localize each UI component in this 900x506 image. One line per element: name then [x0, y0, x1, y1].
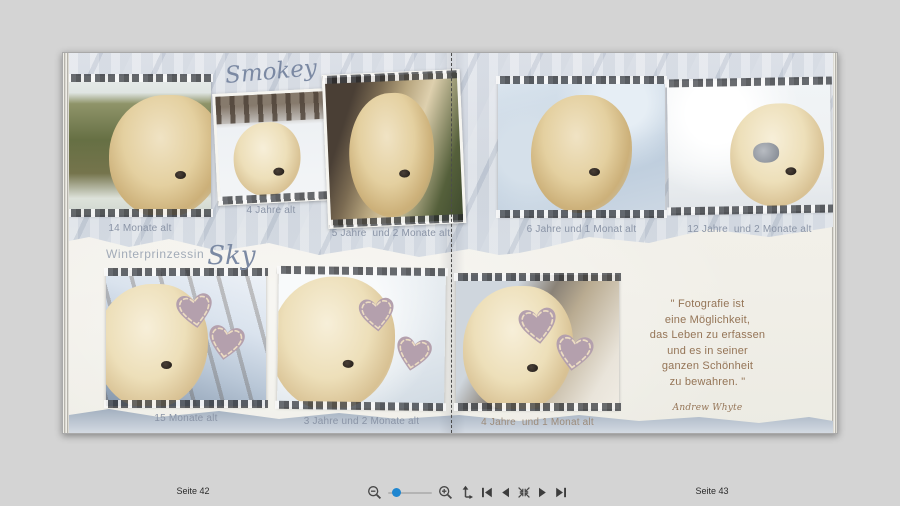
fit-spread-button[interactable] [516, 485, 532, 500]
zoom-out-button[interactable] [366, 484, 383, 501]
spread-pages: Smokey Winterprinzessin Sky 14 Monate alt… [69, 53, 833, 433]
quote-text-block[interactable]: " Fotografie ist eine Möglichkeit, das L… [625, 297, 790, 417]
photo-image [324, 72, 464, 226]
bottom-toolbar: Seite 42 Seite 43 [0, 480, 900, 506]
heart-sticker[interactable] [548, 328, 600, 377]
previous-page-button[interactable] [499, 486, 511, 499]
center-fold-line [451, 53, 452, 433]
photo-image [498, 78, 665, 216]
photo-smokey-4-jahre[interactable] [212, 88, 332, 206]
photo-sky-4-jahre[interactable] [454, 273, 621, 411]
photo-smokey-14-monate[interactable] [69, 74, 213, 217]
filmstrip-edge [454, 273, 621, 281]
zoom-in-icon [439, 486, 453, 500]
next-page-button[interactable] [537, 486, 549, 499]
photo-caption[interactable]: 6 Jahre und 1 Monat alt [498, 224, 665, 235]
filmstrip-edge [496, 210, 667, 218]
first-page-icon [482, 487, 492, 498]
photo-smokey-6-jahre[interactable] [496, 76, 667, 218]
heart-sticker[interactable] [201, 318, 251, 365]
quote-line: eine Möglichkeit, [664, 313, 751, 326]
quote-line: das Leben zu erfassen [649, 329, 766, 341]
filmstrip-edge [454, 403, 621, 411]
photo-caption[interactable]: 4 Jahre alt [215, 205, 327, 216]
photo-sky-3-jahre[interactable] [275, 265, 448, 412]
page-title-sky[interactable]: Winterprinzessin Sky [106, 241, 326, 271]
photo-image [456, 275, 619, 409]
photo-sky-15-monate[interactable] [104, 268, 268, 408]
photo-image [69, 76, 211, 215]
quote-line: und es in seiner [667, 344, 748, 357]
photo-image [106, 270, 266, 406]
photo-image [215, 91, 329, 203]
heart-sticker[interactable] [388, 330, 438, 377]
photo-caption[interactable]: 15 Monate alt [106, 413, 266, 424]
zoom-in-button[interactable] [437, 484, 454, 501]
last-page-button[interactable] [554, 486, 568, 499]
filmstrip-edge [275, 400, 447, 412]
fit-spread-icon [518, 487, 530, 498]
book-spread: Smokey Winterprinzessin Sky 14 Monate alt… [62, 52, 838, 434]
filmstrip-edge [496, 76, 667, 84]
photo-caption[interactable]: 4 Jahre und 1 Monat alt [456, 417, 619, 428]
last-page-icon [556, 487, 566, 498]
quote-line: zu bewahren. " [669, 375, 746, 388]
view-controls [366, 484, 568, 501]
photo-caption[interactable]: 14 Monate alt [69, 223, 211, 234]
previous-page-icon [502, 487, 509, 498]
photo-smokey-12-jahre[interactable] [664, 76, 833, 216]
zoom-slider-thumb[interactable] [392, 487, 401, 497]
right-page-number: Seite 43 [695, 486, 729, 496]
filmstrip-edge [69, 209, 213, 217]
photo-image [666, 78, 833, 214]
photo-image [277, 267, 446, 410]
next-page-icon [539, 487, 546, 498]
title-sky-name: Sky [207, 241, 256, 271]
quote-author: Andrew Whyte [672, 403, 743, 413]
quote-line: ganzen Schönheit [661, 360, 754, 372]
left-page-number: Seite 42 [176, 486, 210, 496]
zoom-slider[interactable] [388, 487, 432, 499]
photo-caption[interactable]: 12 Jahre und 2 Monate alt [668, 224, 831, 235]
title-sky-prefix: Winterprinzessin [106, 247, 205, 261]
filmstrip-edge [69, 74, 213, 82]
photo-smokey-5-jahre[interactable] [321, 69, 467, 229]
gray-bow [752, 142, 780, 164]
photo-caption[interactable]: 3 Jahre und 2 Monate alt [278, 416, 445, 427]
quote-line: " Fotografie ist [670, 298, 745, 310]
first-page-button[interactable] [480, 486, 494, 499]
fit-height-button[interactable] [459, 484, 475, 501]
zoom-out-icon [368, 486, 382, 500]
application-canvas: Smokey Winterprinzessin Sky 14 Monate alt… [0, 0, 900, 506]
heart-sticker[interactable] [353, 292, 399, 336]
fit-height-icon [462, 485, 473, 499]
photo-caption[interactable]: 5 Jahre und 2 Monate alt [321, 228, 461, 239]
filmstrip-edge [104, 400, 268, 408]
